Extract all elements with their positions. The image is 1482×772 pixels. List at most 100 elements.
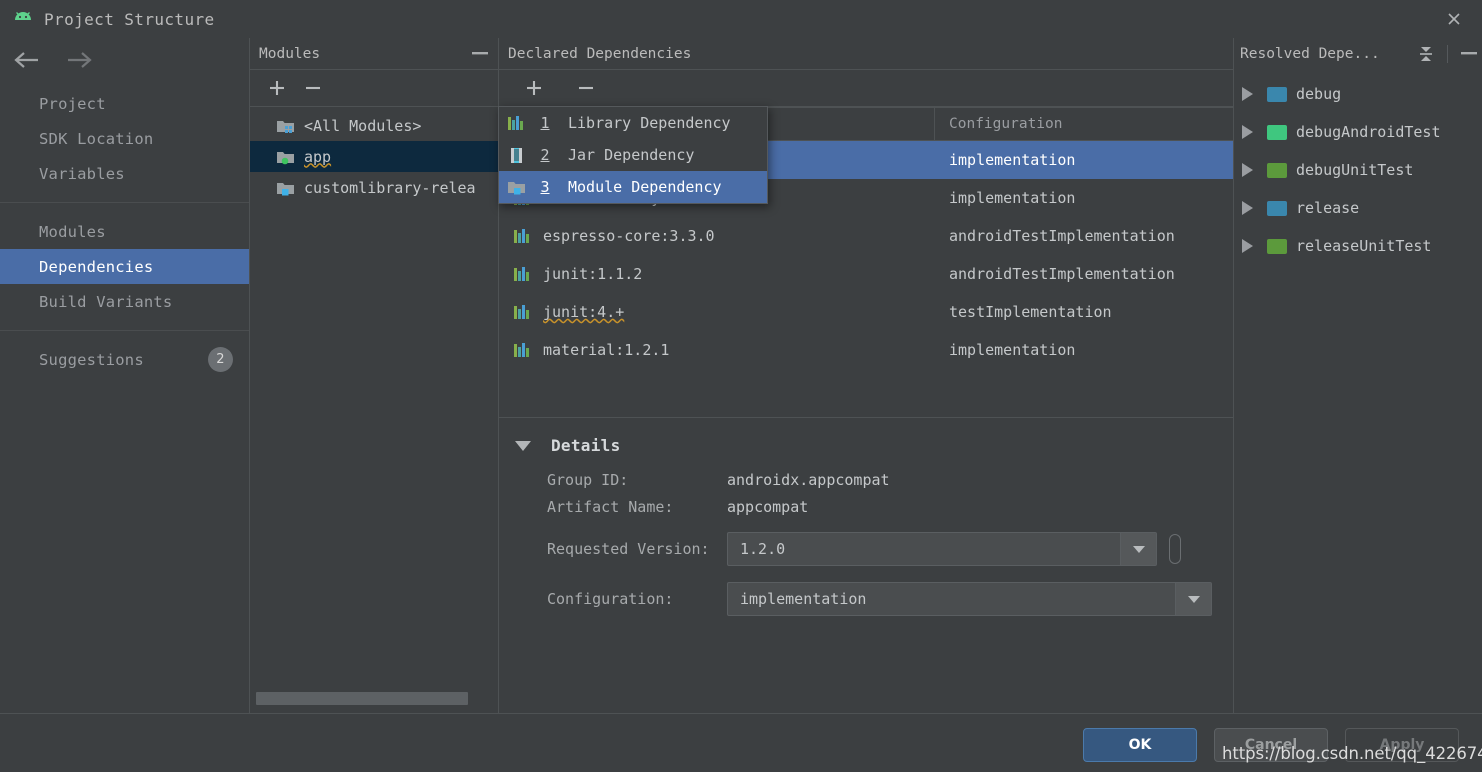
sidebar-divider-2 bbox=[0, 330, 249, 331]
dialog-footer: OK Cancel Apply bbox=[0, 713, 1482, 772]
table-row[interactable]: material:1.2.1 implementation bbox=[499, 331, 1233, 369]
sidebar-item-project[interactable]: Project bbox=[0, 86, 249, 121]
module-item-customlibrary[interactable]: customlibrary-relea bbox=[250, 172, 498, 203]
dependency-name-label: espresso-core:3.3.0 bbox=[543, 227, 715, 245]
remove-dependency-button[interactable] bbox=[573, 75, 599, 101]
apply-button[interactable]: Apply bbox=[1345, 728, 1459, 762]
menu-item-module-dependency[interactable]: 3 Module Dependency bbox=[499, 171, 767, 203]
resolved-item-label: releaseUnitTest bbox=[1296, 237, 1432, 255]
android-module-folder-icon bbox=[276, 149, 296, 165]
dependency-name-label: junit:1.1.2 bbox=[543, 265, 643, 283]
sidebar-item-label: Dependencies bbox=[39, 257, 154, 276]
resolved-item-label: release bbox=[1296, 199, 1360, 217]
requested-version-label: Requested Version: bbox=[547, 540, 710, 558]
minus-icon[interactable] bbox=[300, 75, 326, 101]
sidebar-item-variables[interactable]: Variables bbox=[0, 156, 249, 191]
header-divider bbox=[1447, 44, 1448, 63]
navigation-arrows bbox=[0, 38, 249, 82]
dependency-configuration-cell: androidTestImplementation bbox=[949, 265, 1175, 283]
jar-icon bbox=[507, 146, 529, 164]
variant-folder-icon bbox=[1267, 162, 1287, 178]
add-dependency-popup-menu: 1 Library Dependency 2 Jar Dependency 3 … bbox=[498, 106, 768, 204]
triangle-right-icon[interactable] bbox=[1242, 125, 1253, 139]
resolved-dependencies-tree: debug debugAndroidTest debugUnitTest rel… bbox=[1234, 69, 1482, 265]
artifact-name-value: appcompat bbox=[727, 498, 809, 516]
sidebar-item-build-variants[interactable]: Build Variants bbox=[0, 284, 249, 319]
sidebar-group-secondary: Modules Dependencies Build Variants bbox=[0, 214, 249, 319]
sidebar-item-label: Suggestions bbox=[39, 350, 144, 369]
modules-toolbar bbox=[250, 69, 498, 107]
scrollbar-thumb[interactable] bbox=[256, 692, 468, 705]
resolved-item-release-unit-test[interactable]: releaseUnitTest bbox=[1234, 227, 1482, 265]
dependency-name-label: junit:4.+ bbox=[543, 303, 625, 321]
resolved-item-label: debugAndroidTest bbox=[1296, 123, 1441, 141]
project-structure-dialog: Project Structure Project SDK Location V… bbox=[0, 0, 1482, 772]
resolved-item-label: debugUnitTest bbox=[1296, 161, 1414, 179]
module-item-all-modules[interactable]: <All Modules> bbox=[250, 110, 498, 141]
menu-item-library-dependency[interactable]: 1 Library Dependency bbox=[499, 107, 767, 139]
ok-button[interactable]: OK bbox=[1083, 728, 1197, 762]
configuration-row: Configuration: implementation bbox=[547, 582, 1233, 616]
menu-item-jar-dependency[interactable]: 2 Jar Dependency bbox=[499, 139, 767, 171]
details-header[interactable]: Details bbox=[499, 436, 1233, 455]
sidebar-item-label: Build Variants bbox=[39, 292, 173, 311]
cancel-button[interactable]: Cancel bbox=[1214, 728, 1328, 762]
add-dependency-button[interactable] bbox=[521, 75, 547, 101]
dependency-name-cell: material:1.2.1 bbox=[499, 341, 935, 359]
dependency-configuration-cell: implementation bbox=[949, 189, 1076, 207]
modules-horizontal-scrollbar[interactable] bbox=[256, 692, 496, 705]
expand-collapse-icon[interactable] bbox=[1413, 43, 1439, 65]
triangle-right-icon[interactable] bbox=[1242, 201, 1253, 215]
column-header-configuration[interactable]: Configuration bbox=[935, 116, 1063, 132]
column-header-label: Configuration bbox=[949, 116, 1063, 132]
version-variable-button[interactable] bbox=[1169, 534, 1181, 564]
window-title: Project Structure bbox=[44, 9, 215, 29]
minimize-icon[interactable] bbox=[472, 46, 488, 62]
android-icon bbox=[12, 11, 34, 27]
artifact-name-label: Artifact Name: bbox=[547, 498, 674, 516]
sidebar-item-suggestions[interactable]: Suggestions 2 bbox=[0, 342, 249, 377]
arrow-left-icon[interactable] bbox=[12, 49, 42, 71]
requested-version-combobox[interactable]: 1.2.0 bbox=[727, 532, 1157, 566]
table-row[interactable]: espresso-core:3.3.0 androidTestImplement… bbox=[499, 217, 1233, 255]
arrow-right-icon[interactable] bbox=[64, 49, 94, 71]
sidebar-item-dependencies[interactable]: Dependencies bbox=[0, 249, 249, 284]
sidebar-item-modules[interactable]: Modules bbox=[0, 214, 249, 249]
resolved-item-debug-unit-test[interactable]: debugUnitTest bbox=[1234, 151, 1482, 189]
group-id-value: androidx.appcompat bbox=[727, 471, 890, 489]
plus-icon[interactable] bbox=[264, 75, 290, 101]
module-item-label: customlibrary-relea bbox=[304, 178, 476, 197]
dependency-name-cell: junit:4.+ bbox=[499, 303, 935, 321]
table-row[interactable]: junit:1.1.2 androidTestImplementation bbox=[499, 255, 1233, 293]
menu-item-mnemonic: 3 bbox=[540, 178, 550, 196]
minimize-icon[interactable] bbox=[1456, 43, 1482, 65]
sidebar-item-label: Project bbox=[39, 94, 106, 113]
sidebar-item-label: Modules bbox=[39, 222, 106, 241]
triangle-right-icon[interactable] bbox=[1242, 87, 1253, 101]
declared-dependencies-toolbar bbox=[499, 69, 1233, 107]
variant-folder-icon bbox=[1267, 200, 1287, 216]
title-bar: Project Structure bbox=[0, 0, 1482, 38]
sidebar: Project SDK Location Variables Modules D… bbox=[0, 38, 249, 713]
resolved-dependencies-title: Resolved Depe... bbox=[1240, 45, 1380, 62]
resolved-item-debug-android-test[interactable]: debugAndroidTest bbox=[1234, 113, 1482, 151]
requested-version-row: Requested Version: 1.2.0 bbox=[547, 532, 1233, 566]
triangle-right-icon[interactable] bbox=[1242, 163, 1253, 177]
module-item-app[interactable]: app bbox=[250, 141, 498, 172]
sidebar-item-sdk-location[interactable]: SDK Location bbox=[0, 121, 249, 156]
chevron-down-icon[interactable] bbox=[1120, 533, 1156, 565]
resolved-item-label: debug bbox=[1296, 85, 1342, 103]
menu-item-label: Module Dependency bbox=[568, 178, 722, 196]
close-icon[interactable] bbox=[1440, 6, 1468, 32]
resolved-item-debug[interactable]: debug bbox=[1234, 75, 1482, 113]
modules-tree: <All Modules> app customlibrary-relea bbox=[250, 107, 498, 203]
table-row[interactable]: junit:4.+ testImplementation bbox=[499, 293, 1233, 331]
dependency-name-cell: junit:1.1.2 bbox=[499, 265, 935, 283]
resolved-item-release[interactable]: release bbox=[1234, 189, 1482, 227]
configuration-combobox[interactable]: implementation bbox=[727, 582, 1212, 616]
triangle-right-icon[interactable] bbox=[1242, 239, 1253, 253]
triangle-down-icon bbox=[515, 440, 531, 451]
chevron-down-icon[interactable] bbox=[1175, 583, 1211, 615]
suggestions-count-badge: 2 bbox=[208, 347, 233, 372]
group-id-row: Group ID: androidx.appcompat bbox=[547, 471, 1233, 489]
